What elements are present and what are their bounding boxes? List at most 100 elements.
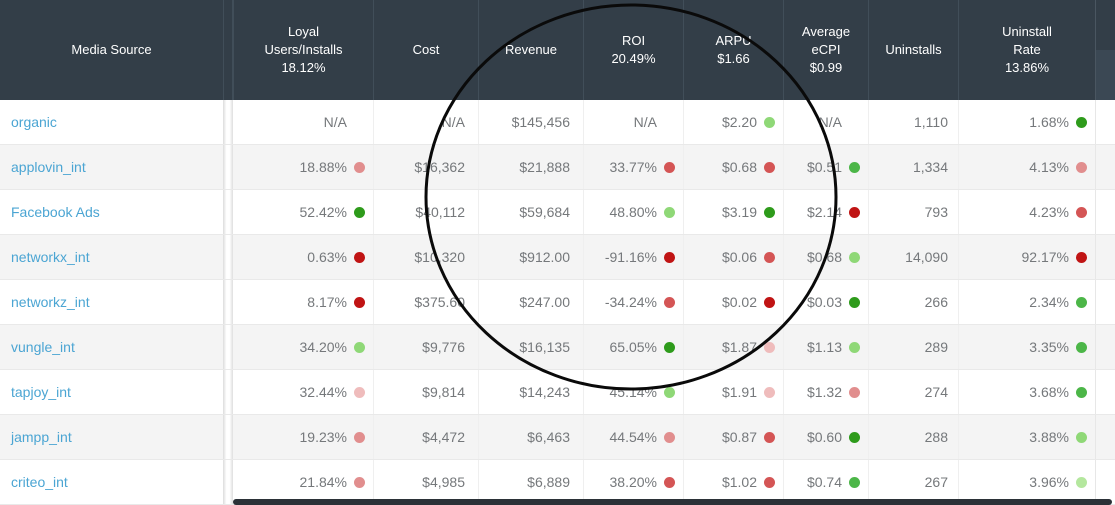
media-source-cell: networkz_int [0,280,223,324]
column-header-loyal-users-installs[interactable]: Loyal Users/Installs 18.12% [233,0,373,100]
header-metric-value: 18.12% [281,60,326,75]
cell-value: 288 [924,429,948,445]
cell-value: 274 [924,384,948,400]
status-dot [354,161,365,173]
arpu-cell: $2.20 [683,100,783,144]
revenue-cell: $16,135 [478,325,583,369]
frozen-column-separator [223,460,233,504]
status-dot [354,476,365,488]
cell-value: 4.23% [1029,204,1069,220]
loyal-users-cell: 18.88% [233,145,373,189]
column-header-uninstalls[interactable]: Uninstalls [868,0,958,100]
status-dot [764,386,775,398]
cell-value: 266 [924,294,948,310]
media-source-link[interactable]: organic [11,114,57,130]
cell-value: 289 [924,339,948,355]
header-metric-value: $1.66 [717,51,750,66]
column-header-overflow [1095,0,1115,100]
column-header-media-source[interactable]: Media Source [0,0,223,100]
media-source-link[interactable]: networkx_int [11,249,90,265]
cell-value: 52.42% [299,204,347,220]
arpu-cell: $0.68 [683,145,783,189]
cell-value: 1.68% [1029,114,1069,130]
horizontal-scrollbar[interactable] [233,499,1112,505]
status-dot [764,161,775,173]
cell-value: $2.20 [721,114,757,130]
average-ecpi-cell: $1.32 [783,370,868,414]
loyal-users-cell: 0.63% [233,235,373,279]
cell-value: $1.87 [721,339,757,355]
status-dot [1076,476,1087,488]
header-line: eCPI [811,42,841,57]
media-source-cell: vungle_int [0,325,223,369]
revenue-cell: $21,888 [478,145,583,189]
uninstall-rate-cell: 3.88% [958,415,1095,459]
cost-cell: $4,472 [373,415,478,459]
cell-value: -34.24% [604,294,657,310]
status-dot [849,476,860,488]
table-body: organic N/A N/A $145,456 N/A $2.20 N/A 1… [0,100,1115,505]
uninstalls-cell: 266 [868,280,958,324]
status-dot [664,386,675,398]
roi-cell: 33.77% [583,145,683,189]
cell-value: $2.14 [806,204,842,220]
cell-value: 14,090 [905,249,948,265]
column-header-cost[interactable]: Cost [373,0,478,100]
uninstalls-cell: 289 [868,325,958,369]
column-header-average-ecpi[interactable]: Average eCPI $0.99 [783,0,868,100]
roi-cell: 48.80% [583,190,683,234]
media-source-link[interactable]: criteo_int [11,474,68,490]
cell-value: 3.68% [1029,384,1069,400]
cell-value: $1.32 [806,384,842,400]
status-dot [664,251,675,263]
uninstall-rate-cell: 92.17% [958,235,1095,279]
roi-cell: 65.05% [583,325,683,369]
cell-value: 8.17% [307,294,347,310]
cost-cell: $9,776 [373,325,478,369]
status-dot [849,251,860,263]
column-header-arpu[interactable]: ARPU $1.66 [683,0,783,100]
cell-value: $16,135 [519,339,570,355]
status-dot [764,476,775,488]
media-source-link[interactable]: networkz_int [11,294,90,310]
media-source-link[interactable]: Facebook Ads [11,204,100,220]
media-source-cell: tapjoy_int [0,370,223,414]
loyal-users-cell: 21.84% [233,460,373,504]
cell-value: $6,889 [527,474,570,490]
arpu-cell: $3.19 [683,190,783,234]
cell-value: $40,112 [415,204,465,220]
media-source-cell: Facebook Ads [0,190,223,234]
cell-value: 92.17% [1021,249,1069,265]
media-source-cell: criteo_int [0,460,223,504]
status-dot [664,341,675,353]
uninstalls-cell: 267 [868,460,958,504]
header-line: Media Source [71,42,152,57]
column-header-roi[interactable]: ROI 20.49% [583,0,683,100]
status-dot [1076,206,1087,218]
average-ecpi-cell: $1.13 [783,325,868,369]
column-header-revenue[interactable]: Revenue [478,0,583,100]
frozen-column-separator [223,415,233,459]
status-dot [354,206,365,218]
header-line: Cost [412,42,440,57]
media-source-cell: networkx_int [0,235,223,279]
cell-value: $4,472 [422,429,465,445]
media-source-cell: applovin_int [0,145,223,189]
media-source-link[interactable]: vungle_int [11,339,75,355]
cell-value: 0.63% [307,249,347,265]
frozen-column-separator [223,235,233,279]
header-metric-value: 13.86% [1004,60,1050,75]
media-source-link[interactable]: jampp_int [11,429,72,445]
status-dot [354,386,365,398]
uninstall-rate-cell: 3.35% [958,325,1095,369]
column-header-uninstall-rate[interactable]: Uninstall Rate 13.86% [958,0,1095,100]
media-source-link[interactable]: tapjoy_int [11,384,71,400]
status-dot [664,206,675,218]
table-row: networkz_int 8.17% $375.60 $247.00 -34.2… [0,280,1115,325]
overflow-column-cell [1095,415,1115,459]
status-dot [664,296,675,308]
uninstalls-cell: 274 [868,370,958,414]
media-source-link[interactable]: applovin_int [11,159,86,175]
status-dot [849,296,860,308]
cell-value: $14,243 [519,384,570,400]
